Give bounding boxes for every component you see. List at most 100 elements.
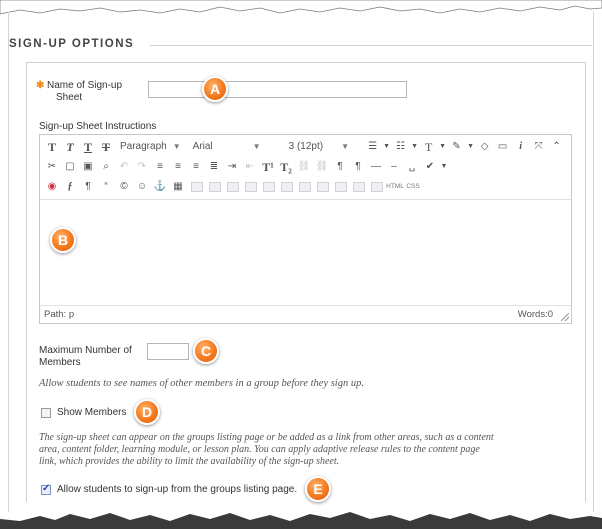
table-split-icon[interactable] (299, 182, 311, 192)
name-label-line2: Sheet (56, 92, 83, 103)
name-label-line1: Name of Sign-up (47, 80, 123, 91)
table-row-before-icon[interactable] (191, 182, 203, 192)
collapse-icon[interactable]: ⌃ (549, 139, 565, 155)
cut-icon[interactable]: ✂ (44, 159, 60, 175)
listing-note-line1: The sign-up sheet can appear on the grou… (39, 432, 494, 443)
highlight-icon[interactable]: ✎ (449, 139, 465, 155)
italic-button[interactable]: T (62, 139, 78, 155)
math-icon[interactable]: ƒ (62, 179, 78, 195)
numbered-list-icon[interactable]: ☷ (393, 139, 409, 155)
rich-text-editor: T T T T Paragraph ▼ Arial ▼ 3 (12pt) ▼ ☰ ▼ ☷… (39, 134, 572, 324)
editor-content-area[interactable] (40, 199, 571, 305)
table-delete-row-icon[interactable] (227, 182, 239, 192)
table-cell-icon[interactable] (353, 182, 365, 192)
word-count: Words:0 (517, 309, 553, 320)
paragraph-mark-icon[interactable]: ¶ (80, 179, 96, 195)
strikethrough-button[interactable]: T (98, 139, 114, 155)
instructions-label: Sign-up Sheet Instructions (39, 121, 157, 132)
ltr-icon[interactable]: ¶ (332, 159, 348, 175)
align-right-icon[interactable]: ≡ (188, 159, 204, 175)
html-button[interactable]: HTML (386, 179, 404, 195)
marker-b: B (50, 227, 76, 253)
preview-icon[interactable]: ▭ (495, 139, 511, 155)
max-members-label-line2: Members (39, 357, 81, 368)
table-row-after-icon[interactable] (209, 182, 221, 192)
css-button[interactable]: CSS (406, 179, 420, 195)
fullscreen-icon[interactable]: ⤧ (531, 139, 547, 155)
toolbar-row-2: ✂ ▢ ▣ ⌕ ↶ ↷ ≡ ≡ ≡ ≣ ⇥ ⇤ T¹ T₂ ⛓ ⛓ ¶ ¶ — … (40, 157, 571, 177)
chevron-down-icon[interactable]: ▼ (411, 139, 419, 155)
bold-button[interactable]: T (44, 139, 60, 155)
table-merge-icon[interactable] (317, 182, 329, 192)
superscript-button[interactable]: T¹ (260, 159, 276, 175)
table-delete-col-icon[interactable] (281, 182, 293, 192)
chevron-down-icon: ▼ (172, 142, 181, 151)
torn-bottom-edge (0, 512, 602, 529)
marker-e: E (305, 476, 331, 502)
sheet-name-input[interactable] (148, 81, 407, 98)
allow-names-note: Allow students to see names of other mem… (39, 378, 364, 389)
link-icon[interactable]: ⛓ (296, 159, 312, 175)
chevron-down-icon[interactable]: ▼ (467, 139, 475, 155)
table-icon[interactable]: ▦ (170, 179, 186, 195)
spellcheck-icon[interactable]: ✔ (422, 159, 438, 175)
bullet-list-icon[interactable]: ☰ (365, 139, 381, 155)
font-select-value: Arial (192, 141, 213, 152)
toolbar-row-1: T T T T Paragraph ▼ Arial ▼ 3 (12pt) ▼ ☰ ▼ ☷… (40, 137, 571, 157)
copy-icon[interactable]: ▢ (62, 159, 78, 175)
table-props-icon[interactable] (335, 182, 347, 192)
text-color-icon[interactable]: T (421, 139, 437, 155)
underline-button[interactable]: T (80, 139, 96, 155)
chevron-down-icon[interactable]: ▼ (383, 139, 391, 155)
chevron-down-icon[interactable]: ▼ (440, 159, 448, 175)
chevron-down-icon: ▼ (341, 142, 350, 151)
undo-icon[interactable]: ↶ (116, 159, 132, 175)
toolbar-row-3: ◉ ƒ ¶ “ © ☺ ⚓ ▦ HTML CSS (40, 177, 571, 197)
listing-note-line2: area, content folder, learning module, o… (39, 444, 480, 455)
size-select[interactable]: 3 (12pt) ▼ (285, 139, 361, 155)
nonbreaking-line-icon[interactable]: – (386, 159, 402, 175)
indent-icon[interactable]: ⇥ (224, 159, 240, 175)
show-members-checkbox[interactable] (41, 408, 51, 418)
copyright-icon[interactable]: © (116, 179, 132, 195)
size-select-value: 3 (12pt) (288, 141, 324, 152)
blockquote-icon[interactable]: “ (98, 179, 114, 195)
marker-c: C (193, 338, 219, 364)
marker-d: D (134, 399, 160, 425)
align-center-icon[interactable]: ≡ (170, 159, 186, 175)
editor-status-bar: Path: p Words:0 (40, 305, 571, 323)
emoticon-icon[interactable]: ☺ (134, 179, 150, 195)
eraser-icon[interactable]: ◇ (477, 139, 493, 155)
listing-note-line3: link, which provides the ability to limi… (39, 456, 340, 467)
table-col-before-icon[interactable] (245, 182, 257, 192)
marker-a: A (202, 76, 228, 102)
outdent-icon[interactable]: ⇤ (242, 159, 258, 175)
path-label: Path: p (44, 309, 75, 320)
rtl-icon[interactable]: ¶ (350, 159, 366, 175)
font-select[interactable]: Arial ▼ (189, 139, 281, 155)
chevron-down-icon[interactable]: ▼ (439, 139, 447, 155)
redo-icon[interactable]: ↷ (134, 159, 150, 175)
record-icon[interactable]: ◉ (44, 179, 60, 195)
unlink-icon[interactable]: ⛓ (314, 159, 330, 175)
show-members-label: Show Members (57, 407, 127, 418)
subscript-button[interactable]: T₂ (278, 159, 294, 175)
max-members-label-line1: Maximum Number of (39, 345, 132, 356)
align-left-icon[interactable]: ≡ (152, 159, 168, 175)
justify-icon[interactable]: ≣ (206, 159, 222, 175)
section-title: SIGN-UP OPTIONS (9, 38, 135, 50)
chevron-down-icon: ▼ (252, 142, 261, 151)
paragraph-select[interactable]: Paragraph ▼ (116, 139, 185, 155)
find-icon[interactable]: ⌕ (98, 159, 114, 175)
paste-icon[interactable]: ▣ (80, 159, 96, 175)
info-icon[interactable]: i (513, 139, 529, 155)
allow-listing-checkbox[interactable] (41, 483, 51, 495)
max-members-input[interactable] (147, 343, 189, 360)
table-row-props-icon[interactable] (371, 182, 383, 192)
anchor-icon[interactable]: ⚓ (152, 179, 168, 195)
resize-grip-icon[interactable] (561, 313, 569, 321)
horizontal-rule-icon[interactable]: — (368, 159, 384, 175)
allow-listing-label: Allow students to sign-up from the group… (57, 484, 298, 495)
nonbreaking-space-icon[interactable]: ␣ (404, 159, 420, 175)
table-col-after-icon[interactable] (263, 182, 275, 192)
